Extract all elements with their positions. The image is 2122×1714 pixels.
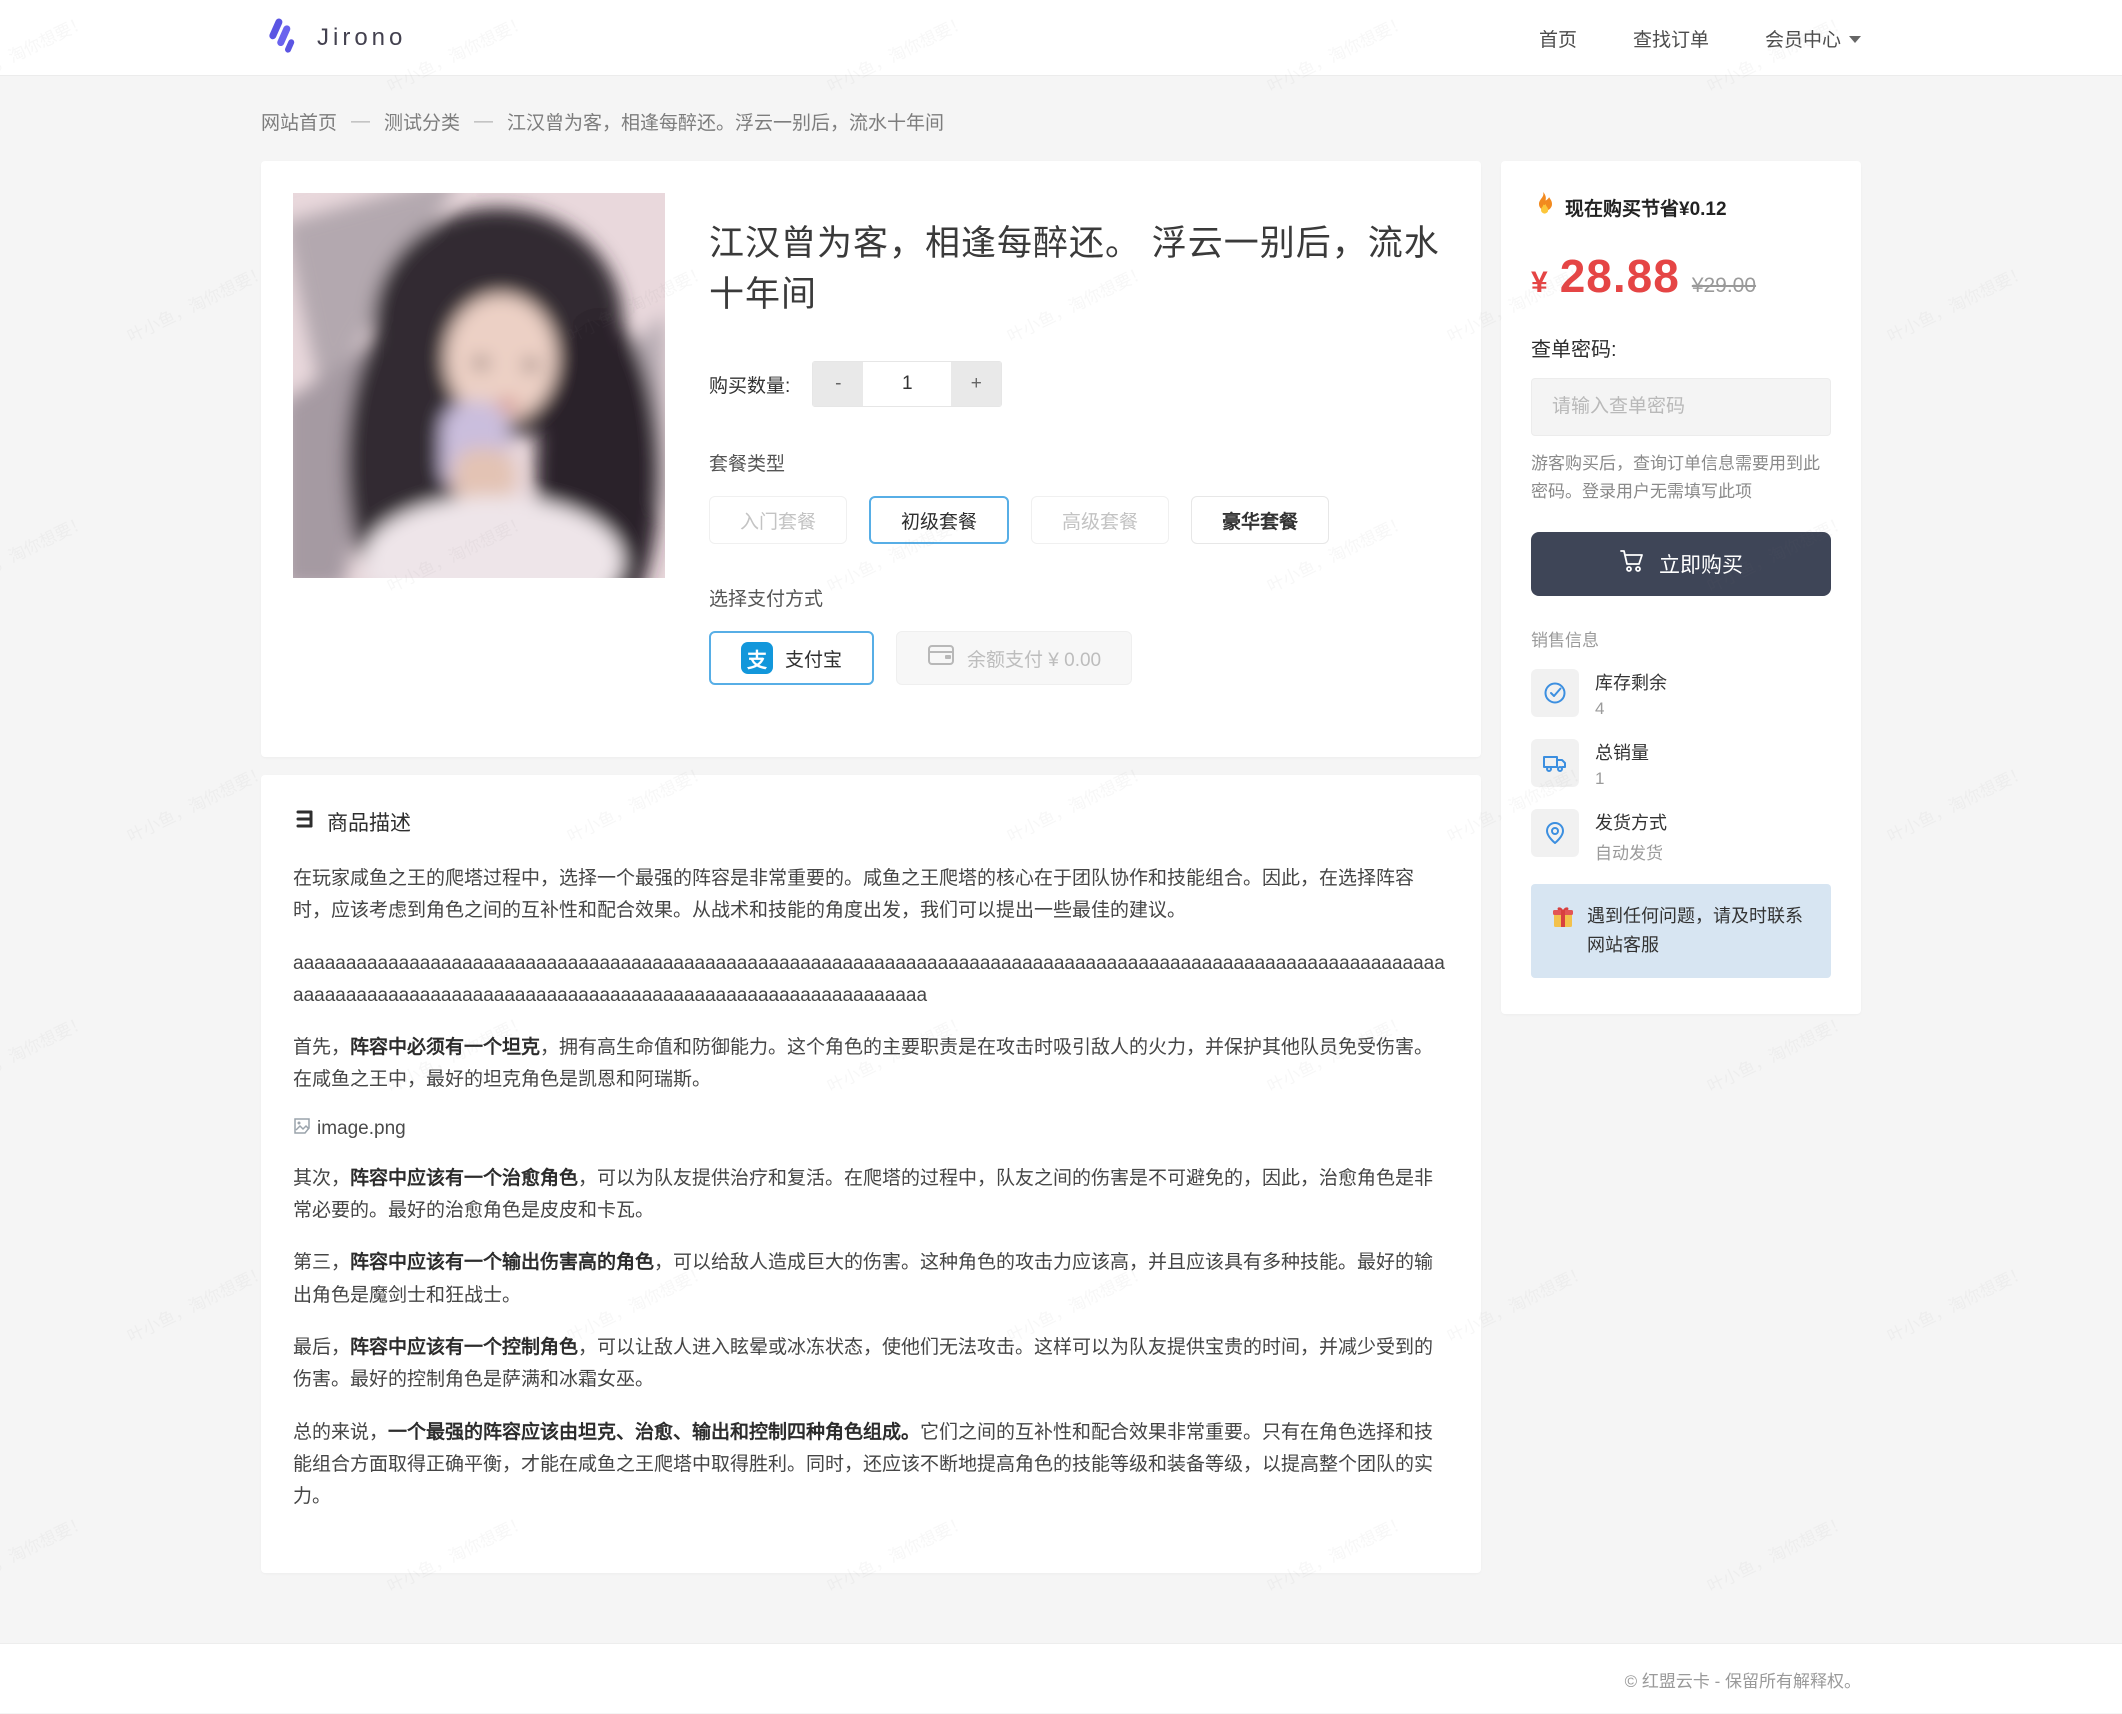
breadcrumb-category[interactable]: 测试分类 [384, 108, 460, 135]
check-circle-icon [1531, 669, 1579, 717]
breadcrumb-separator: — [474, 111, 493, 133]
top-bar: Jirono 首页 查找订单 会员中心 [0, 0, 2122, 76]
description-card: 商品描述 在玩家咸鱼之王的爬塔过程中，选择一个最强的阵容是非常重要的。咸鱼之王爬… [261, 775, 1481, 1573]
wallet-icon [927, 643, 955, 673]
support-notice: 遇到任何问题，请及时联系网站客服 [1531, 884, 1831, 978]
main-nav: 首页 查找订单 会员中心 [1539, 25, 1861, 52]
description-paragraph: aaaaaaaaaaaaaaaaaaaaaaaaaaaaaaaaaaaaaaaa… [293, 948, 1449, 1013]
brand-logo[interactable]: Jirono [261, 15, 406, 62]
flame-icon [1531, 191, 1555, 223]
price-value: 28.88 [1560, 249, 1680, 303]
price-row: ¥ 28.88 ¥29.00 [1531, 249, 1831, 303]
chevron-down-icon [1849, 36, 1861, 43]
order-password-input[interactable] [1531, 378, 1831, 436]
quantity-stepper: - + [812, 361, 1002, 407]
description-paragraph: 首先，阵容中必须有一个坦克，拥有高生命值和防御能力。这个角色的主要职责是在攻击时… [293, 1032, 1449, 1097]
product-image [293, 193, 665, 578]
description-icon [293, 807, 317, 837]
nav-member-center[interactable]: 会员中心 [1765, 25, 1861, 52]
quantity-decrease-button[interactable]: - [813, 362, 863, 406]
gift-icon [1551, 902, 1575, 960]
nav-find-order[interactable]: 查找订单 [1633, 25, 1709, 52]
broken-image-placeholder: image.png [293, 1117, 1449, 1141]
footer: © 红盟云卡 - 保留所有解释权。 [0, 1643, 2122, 1713]
cart-icon [1619, 548, 1645, 580]
package-option-entry[interactable]: 入门套餐 [709, 496, 847, 544]
breadcrumb-separator: — [351, 111, 370, 133]
package-option-advanced[interactable]: 高级套餐 [1031, 496, 1169, 544]
total-sales-item: 总销量 1 [1531, 739, 1831, 789]
stock-remaining-item: 库存剩余 4 [1531, 669, 1831, 719]
description-paragraph: 总的来说，一个最强的阵容应该由坦克、治愈、输出和控制四种角色组成。它们之间的互补… [293, 1417, 1449, 1514]
payment-option-balance[interactable]: 余额支付 ¥ 0.00 [896, 631, 1132, 685]
payment-option-alipay[interactable]: 支 支付宝 [709, 631, 874, 685]
package-type-label: 套餐类型 [709, 449, 1449, 476]
payment-options: 支 支付宝 余额支付 ¥ 0.00 [709, 631, 1449, 685]
package-options: 入门套餐 初级套餐 高级套餐 豪华套餐 [709, 496, 1449, 544]
buy-now-button[interactable]: 立即购买 [1531, 532, 1831, 596]
description-title: 商品描述 [327, 807, 411, 837]
location-pin-icon [1531, 809, 1579, 857]
brand-logo-icon [261, 15, 303, 62]
purchase-panel: 现在购买节省¥0.12 ¥ 28.88 ¥29.00 查单密码: 游客购买后，查… [1501, 161, 1861, 1014]
quantity-label: 购买数量: [709, 371, 790, 398]
truck-icon [1531, 739, 1579, 787]
original-price: ¥29.00 [1692, 274, 1756, 298]
savings-banner: 现在购买节省¥0.12 [1531, 191, 1831, 223]
breadcrumb-home[interactable]: 网站首页 [261, 108, 337, 135]
sales-info-label: 销售信息 [1531, 626, 1831, 651]
price-currency: ¥ [1531, 266, 1548, 300]
order-password-label: 查单密码: [1531, 333, 1831, 362]
breadcrumb-current: 江汉曾为客，相逢每醉还。浮云一别后，流水十年间 [507, 108, 944, 135]
description-body: 在玩家咸鱼之王的爬塔过程中，选择一个最强的阵容是非常重要的。咸鱼之王爬塔的核心在… [293, 863, 1449, 1513]
product-title: 江汉曾为客，相逢每醉还。 浮云一别后，流水十年间 [709, 215, 1449, 317]
description-paragraph: 最后，阵容中应该有一个控制角色，可以让敌人进入眩晕或冰冻状态，使他们无法攻击。这… [293, 1332, 1449, 1397]
breadcrumb: 网站首页 — 测试分类 — 江汉曾为客，相逢每醉还。浮云一别后，流水十年间 [261, 76, 1861, 161]
description-paragraph: 其次，阵容中应该有一个治愈角色，可以为队友提供治疗和复活。在爬塔的过程中，队友之… [293, 1163, 1449, 1228]
description-paragraph: 第三，阵容中应该有一个输出伤害高的角色，可以给敌人造成巨大的伤害。这种角色的攻击… [293, 1247, 1449, 1312]
description-paragraph: 在玩家咸鱼之王的爬塔过程中，选择一个最强的阵容是非常重要的。咸鱼之王爬塔的核心在… [293, 863, 1449, 928]
delivery-method-item: 发货方式 自动发货 [1531, 809, 1831, 864]
quantity-input[interactable] [863, 362, 951, 406]
order-password-help: 游客购买后，查询订单信息需要用到此密码。登录用户无需填写此项 [1531, 450, 1831, 506]
package-option-beginner[interactable]: 初级套餐 [869, 496, 1009, 544]
broken-image-icon [293, 1117, 311, 1141]
alipay-icon: 支 [741, 642, 773, 674]
quantity-increase-button[interactable]: + [951, 362, 1001, 406]
brand-name: Jirono [317, 24, 406, 52]
copyright-text: © 红盟云卡 - 保留所有解释权。 [1625, 1667, 1861, 1692]
nav-home[interactable]: 首页 [1539, 25, 1577, 52]
payment-method-label: 选择支付方式 [709, 584, 1449, 611]
package-option-deluxe[interactable]: 豪华套餐 [1191, 496, 1329, 544]
product-card: 江汉曾为客，相逢每醉还。 浮云一别后，流水十年间 购买数量: - + 套餐类型 … [261, 161, 1481, 757]
